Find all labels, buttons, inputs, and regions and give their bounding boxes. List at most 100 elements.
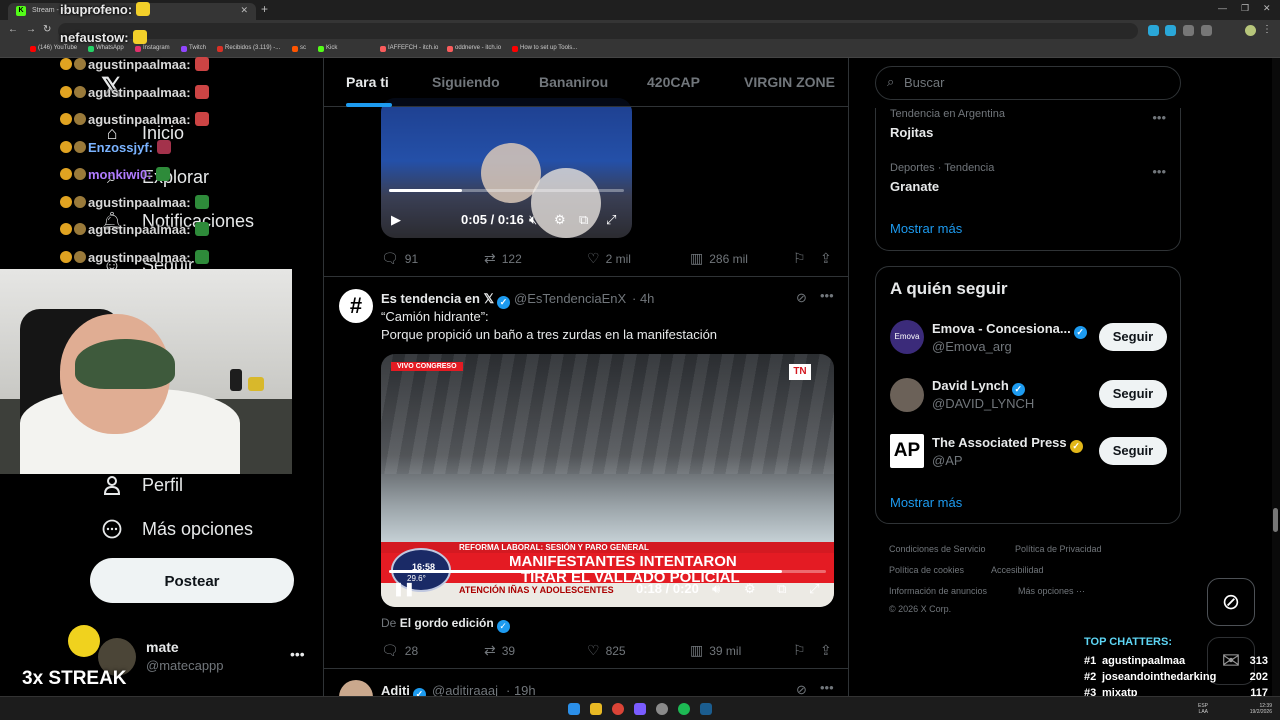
footer-link[interactable]: Política de cookies — [889, 565, 964, 575]
pause-icon[interactable]: ❚❚ — [393, 581, 415, 597]
play-icon[interactable]: ▶ — [391, 212, 401, 228]
like-button[interactable]: ♡ 2 mil — [587, 250, 631, 267]
show-more-link[interactable]: Mostrar más — [890, 221, 962, 236]
bookmark-button[interactable]: ⚐ — [793, 250, 812, 267]
more-icon[interactable]: ••• — [1152, 164, 1166, 179]
bookmark-itch-1[interactable]: IAFFEFCH - itch.io — [380, 45, 438, 52]
tweet-author[interactable]: Es tendencia en 𝕏 ✓ — [381, 291, 511, 309]
tweet-video[interactable]: ▶ 0:05 / 0:16 🔇︎ ⚙ ⧉ ⤢ — [381, 98, 632, 238]
extension-icon[interactable] — [1165, 25, 1176, 36]
fullscreen-icon[interactable]: ⤢ — [809, 581, 819, 597]
back-icon[interactable]: ← — [8, 24, 18, 35]
bookmark-tools[interactable]: How to set up Tools... — [512, 45, 577, 52]
extension-icon[interactable] — [1183, 25, 1194, 36]
tweet-handle[interactable]: @EsTendenciaEnX — [514, 291, 626, 306]
settings-icon[interactable]: ⚙ — [744, 581, 756, 597]
picture-in-picture-icon[interactable]: ⧉ — [777, 581, 786, 597]
app-icon[interactable] — [656, 703, 668, 715]
follow-button[interactable]: Seguir — [1099, 323, 1167, 351]
bookmark-soundcloud[interactable]: sc — [292, 45, 306, 52]
tab-siguiendo[interactable]: Siguiendo — [432, 74, 500, 90]
tab-bananirou[interactable]: Bananirou — [539, 74, 608, 90]
bookmark-icon: ⚐ — [793, 642, 806, 658]
share-button[interactable]: ⇪ — [820, 250, 838, 267]
chatter-count: 202 — [1249, 671, 1268, 683]
chrome-icon[interactable] — [612, 703, 624, 715]
trend-name[interactable]: Rojitas — [890, 125, 933, 140]
profile-avatar-icon[interactable] — [1245, 25, 1256, 36]
more-icon[interactable]: ••• — [820, 680, 834, 695]
grok-icon[interactable]: ⊘ — [796, 290, 807, 306]
show-more-link[interactable]: Mostrar más — [890, 495, 962, 510]
follow-name[interactable]: Emova - Concesiona... ✓ — [932, 321, 1087, 339]
bookmark-button[interactable]: ⚐ — [793, 642, 812, 659]
reply-button[interactable]: 🗨︎ 91 — [381, 250, 418, 267]
views-count: 39 mil — [709, 643, 742, 658]
footer-link[interactable]: Política de Privacidad — [1015, 544, 1102, 554]
settings-icon[interactable]: ⚙ — [554, 212, 566, 228]
trend-name[interactable]: Granate — [890, 179, 939, 194]
avatar[interactable] — [890, 378, 924, 412]
scrollbar-thumb[interactable] — [1273, 508, 1278, 532]
grok-button[interactable]: ⊘ — [1207, 578, 1255, 626]
repost-button[interactable]: ⇄ 122 — [484, 250, 522, 267]
tab-420cap[interactable]: 420CAP — [647, 74, 700, 90]
footer-link[interactable]: Condiciones de Servicio — [889, 544, 986, 554]
nav-item-more[interactable]: Más opciones — [100, 513, 253, 545]
reply-button[interactable]: 🗨︎ 28 — [381, 642, 418, 659]
more-icon[interactable]: ••• — [820, 288, 834, 303]
more-icon[interactable]: ••• — [290, 646, 305, 662]
app-icon[interactable] — [634, 703, 646, 715]
tweet-time[interactable]: · 4h — [632, 291, 654, 306]
picture-in-picture-icon[interactable]: ⧉ — [579, 212, 588, 228]
steam-icon[interactable] — [700, 703, 712, 715]
footer-link[interactable]: Accesibilidad — [991, 565, 1044, 575]
chat-badge-icon — [60, 140, 72, 153]
forward-icon[interactable]: → — [26, 24, 36, 35]
reload-icon[interactable]: ↻ — [43, 24, 51, 35]
fullscreen-icon[interactable]: ⤢ — [606, 212, 616, 228]
video-progress[interactable] — [389, 189, 624, 192]
like-button[interactable]: ♡ 825 — [587, 642, 626, 659]
footer-link[interactable]: Más opciones ··· — [1018, 586, 1085, 596]
follow-button[interactable]: Seguir — [1099, 380, 1167, 408]
bookmark-itch-2[interactable]: oddnerve - itch.io — [447, 45, 501, 52]
search-input[interactable]: ⌕ Buscar — [875, 66, 1181, 100]
follow-name[interactable]: David Lynch ✓ — [932, 378, 1025, 396]
close-window-icon[interactable]: ✕ — [1263, 3, 1271, 14]
views-button[interactable]: ▥ 39 mil — [690, 642, 741, 659]
volume-icon[interactable]: 🔊︎ — [712, 581, 720, 597]
tweet-video[interactable]: VIVO CONGRESO TN REFORMA LABORAL: SESIÓN… — [381, 354, 834, 607]
language-indicator[interactable]: ESP LAA — [1188, 703, 1208, 715]
file-explorer-icon[interactable] — [590, 703, 602, 715]
ap-logo[interactable]: AP — [890, 434, 924, 468]
bookmark-kick[interactable]: Kick — [318, 45, 337, 52]
share-button[interactable]: ⇪ — [820, 642, 838, 659]
account-switcher[interactable]: mate @matecappp ••• — [98, 636, 312, 680]
mute-icon[interactable]: 🔇︎ — [529, 212, 537, 228]
chat-badge-icon — [60, 113, 72, 125]
maximize-icon[interactable]: ❐ — [1241, 3, 1249, 14]
views-button[interactable]: ▥ 286 mil — [690, 250, 748, 267]
spotify-icon[interactable] — [678, 703, 690, 715]
post-button[interactable]: Postear — [90, 558, 294, 603]
extension-icon[interactable] — [1148, 25, 1159, 36]
follow-button[interactable]: Seguir — [1099, 437, 1167, 465]
scrollbar[interactable] — [1272, 58, 1280, 696]
more-icon[interactable]: ••• — [1152, 110, 1166, 125]
browser-menu-icon[interactable]: ⋮ — [1262, 24, 1272, 35]
attribution-name[interactable]: El gordo edición — [400, 616, 494, 630]
follow-name[interactable]: The Associated Press ✓ — [932, 435, 1083, 453]
repost-button[interactable]: ⇄ 39 — [484, 642, 515, 659]
minimize-icon[interactable]: — — [1218, 3, 1227, 13]
extension-icon[interactable] — [1201, 25, 1212, 36]
tab-para-ti[interactable]: Para ti — [346, 74, 389, 90]
clock[interactable]: 12:39 19/2/2026 — [1238, 703, 1272, 715]
avatar[interactable]: Emova — [890, 320, 924, 354]
windows-start-icon[interactable] — [568, 703, 580, 715]
video-progress[interactable] — [389, 570, 826, 573]
footer-link[interactable]: Información de anuncios — [889, 586, 987, 596]
tab-virgin-zone[interactable]: VIRGIN ZONE — [744, 74, 835, 90]
avatar[interactable]: # — [339, 289, 373, 323]
reply-count: 91 — [404, 251, 419, 266]
